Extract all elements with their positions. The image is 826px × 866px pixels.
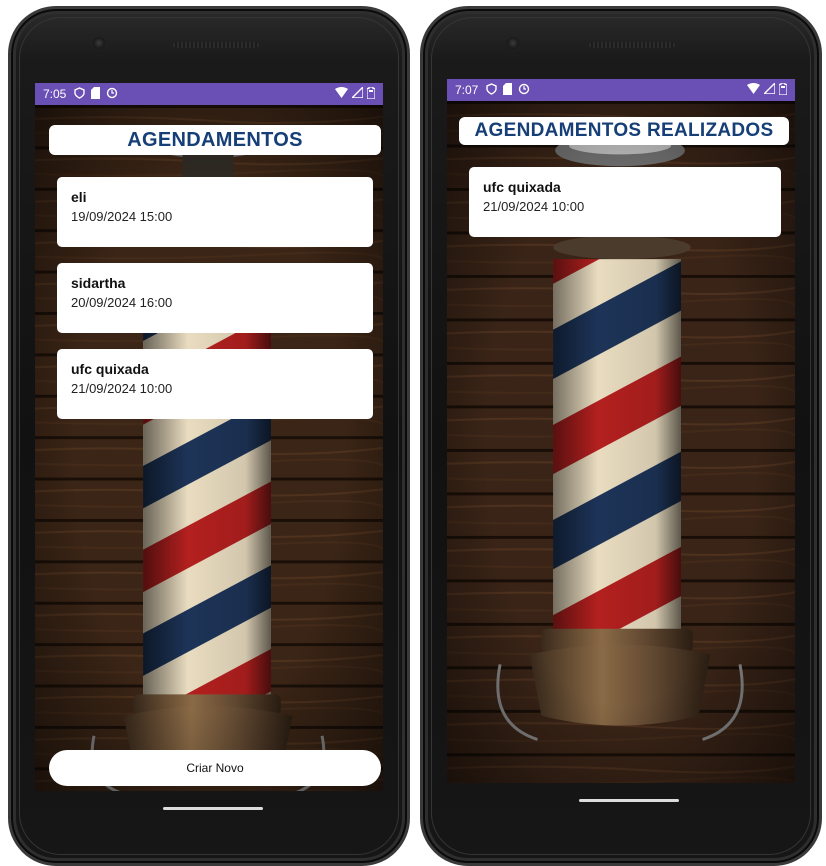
- create-new-button[interactable]: Criar Novo: [49, 750, 381, 786]
- signal-icon: [350, 85, 364, 101]
- shield-icon: [74, 87, 86, 101]
- status-time: 7:05: [43, 87, 67, 101]
- status-time: 7:07: [455, 83, 479, 97]
- wifi-icon: [335, 87, 348, 101]
- status-bar: 7:07: [447, 79, 795, 101]
- battery-icon: [366, 85, 376, 102]
- appointment-datetime: 21/09/2024 10:00: [483, 199, 585, 214]
- sim-icon: [91, 87, 101, 101]
- signal-icon: [762, 81, 776, 97]
- sim-icon: [503, 83, 513, 97]
- front-camera: [93, 37, 105, 49]
- page-title: AGENDAMENTOS: [49, 125, 381, 155]
- status-bar: 7:05: [35, 83, 383, 105]
- appointment-name: ufc quixada: [483, 179, 561, 195]
- home-indicator[interactable]: [579, 799, 679, 802]
- appointment-card[interactable]: eli 19/09/2024 15:00: [57, 177, 373, 247]
- appointment-name: sidartha: [71, 275, 126, 291]
- home-indicator[interactable]: [163, 807, 263, 810]
- phone-frame-right: 7:07 AGENDAMENTOS REALIZADOS ufc quixada…: [420, 6, 822, 866]
- sync-icon: [518, 83, 530, 97]
- front-camera: [507, 37, 519, 49]
- page-title: AGENDAMENTOS REALIZADOS: [459, 117, 789, 145]
- status-right-group: [335, 85, 376, 102]
- appointment-datetime: 21/09/2024 10:00: [71, 381, 173, 396]
- appointment-card[interactable]: ufc quixada 21/09/2024 10:00: [469, 167, 781, 237]
- phone-frame-left: 7:05 AGENDAMENTOS eli 19/09/2024 15:00 s…: [8, 6, 410, 866]
- shield-icon: [486, 83, 498, 97]
- appointment-card[interactable]: ufc quixada 21/09/2024 10:00: [57, 349, 373, 419]
- wifi-icon: [747, 83, 760, 97]
- appointment-name: eli: [71, 189, 87, 205]
- appointment-name: ufc quixada: [71, 361, 149, 377]
- appointment-card[interactable]: sidartha 20/09/2024 16:00: [57, 263, 373, 333]
- battery-icon: [778, 81, 788, 98]
- app-screen-completed-appointments: 7:07 AGENDAMENTOS REALIZADOS ufc quixada…: [447, 79, 795, 783]
- appointment-datetime: 19/09/2024 15:00: [71, 209, 173, 224]
- appointment-datetime: 20/09/2024 16:00: [71, 295, 173, 310]
- app-screen-appointments: 7:05 AGENDAMENTOS eli 19/09/2024 15:00 s…: [35, 83, 383, 791]
- earpiece-speaker: [173, 42, 259, 48]
- status-right-group: [747, 81, 788, 98]
- earpiece-speaker: [589, 42, 675, 48]
- sync-icon: [106, 87, 118, 101]
